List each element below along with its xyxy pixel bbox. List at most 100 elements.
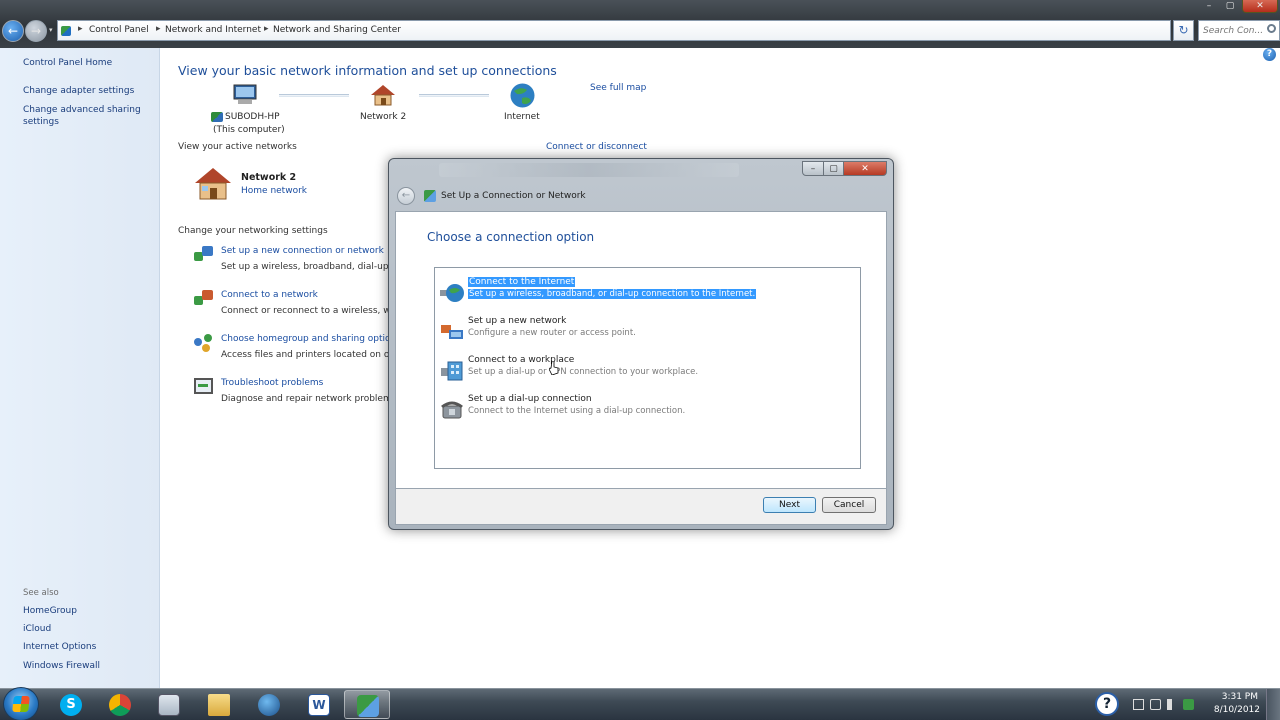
search-field[interactable] — [1198, 20, 1280, 41]
internet-label: Internet — [504, 112, 540, 122]
home-network-icon — [195, 168, 231, 200]
clock-time[interactable]: 3:31 PM — [1222, 692, 1258, 702]
task-connect-network-desc: Connect or reconnect to a wireless, wire — [221, 306, 403, 316]
option-connect-workplace[interactable]: Connect to a workplace Set up a dial-up … — [437, 352, 857, 388]
taskbar-chrome[interactable] — [97, 690, 143, 719]
help-icon[interactable]: ? — [1095, 692, 1119, 716]
address-bar: – ▢ ✕ ← → ▾ ▸ Control Panel ▸ Network an… — [0, 0, 1280, 48]
homegroup-icon — [194, 334, 214, 352]
taskbar-network[interactable] — [246, 690, 292, 719]
chevron-right-icon[interactable]: ▸ — [156, 24, 161, 34]
back-button[interactable]: ← — [2, 20, 24, 42]
maximize-button[interactable]: ▢ — [1220, 0, 1240, 13]
computer-name: SUBODH-HP — [225, 112, 280, 122]
help-icon[interactable]: ? — [1263, 48, 1276, 61]
option-description: Configure a new router or access point. — [468, 328, 636, 338]
home-network-link[interactable]: Home network — [241, 186, 307, 196]
cancel-button[interactable]: Cancel — [822, 497, 876, 513]
taskbar-skype[interactable]: S — [48, 690, 94, 719]
see-also-homegroup[interactable]: HomeGroup — [23, 605, 153, 617]
forward-button[interactable]: → — [25, 20, 47, 42]
task-homegroup[interactable]: Choose homegroup and sharing optio — [221, 334, 391, 344]
task-setup-connection[interactable]: Set up a new connection or network — [221, 246, 384, 256]
sidebar-item-adapter-settings[interactable]: Change adapter settings — [23, 85, 153, 97]
troubleshoot-icon — [194, 378, 213, 394]
system-tray: ? 3:31 PM 8/10/2012 — [1095, 689, 1280, 720]
settings-section-label: Change your networking settings — [178, 226, 328, 236]
network-icon — [258, 694, 280, 716]
option-title: Set up a dial-up connection — [468, 394, 592, 404]
option-new-network[interactable]: Set up a new network Configure a new rou… — [437, 313, 857, 349]
next-button[interactable]: Next — [763, 497, 816, 513]
chevron-right-icon[interactable]: ▸ — [264, 24, 269, 34]
network-badge-icon — [211, 112, 223, 122]
breadcrumb[interactable]: ▸ Control Panel ▸ Network and Internet ▸… — [57, 20, 1171, 41]
breadcrumb-control-panel[interactable]: Control Panel — [89, 25, 149, 35]
dialog-window-controls: – ▢ ✕ — [802, 161, 888, 178]
start-button[interactable] — [3, 687, 39, 720]
taskbar-calculator[interactable] — [146, 690, 192, 719]
search-input[interactable] — [1203, 21, 1267, 40]
dialog-back-button[interactable]: ← — [397, 187, 415, 205]
word-icon: W — [308, 694, 330, 716]
connection-options-list: Connect to the Internet Set up a wireles… — [434, 267, 861, 469]
setup-network-icon — [194, 246, 214, 264]
setup-connection-dialog: – ▢ ✕ ← Set Up a Connection or Network C… — [388, 158, 894, 530]
taskbar-control-panel[interactable] — [344, 690, 390, 719]
phone-icon — [441, 401, 463, 419]
option-description: Set up a wireless, broadband, or dial-up… — [468, 289, 757, 299]
see-also-icloud[interactable]: iCloud — [23, 623, 153, 635]
option-description: Set up a dial-up or VPN connection to yo… — [468, 367, 699, 377]
breadcrumb-network-internet[interactable]: Network and Internet — [165, 25, 261, 35]
action-center-icon[interactable] — [1133, 699, 1144, 710]
dialog-title: Set Up a Connection or Network — [441, 191, 586, 201]
see-full-map-link[interactable]: See full map — [590, 83, 646, 93]
task-troubleshoot[interactable]: Troubleshoot problems — [221, 378, 323, 388]
task-connect-network[interactable]: Connect to a network — [221, 290, 318, 300]
taskbar-word[interactable]: W — [296, 690, 342, 719]
sidebar: Control Panel Home Change adapter settin… — [0, 48, 160, 688]
map-connector — [419, 94, 489, 97]
internet-globe-icon[interactable] — [509, 82, 536, 109]
option-title: Set up a new network — [468, 316, 567, 326]
volume-icon[interactable] — [1167, 699, 1178, 710]
dialog-footer: Next Cancel — [395, 489, 887, 525]
sidebar-item-advanced-sharing[interactable]: Change advanced sharing settings — [23, 104, 143, 128]
chevron-right-icon[interactable]: ▸ — [78, 24, 83, 34]
active-network-name: Network 2 — [241, 172, 297, 183]
dialog-titlebar[interactable] — [439, 163, 739, 177]
security-icon[interactable] — [1183, 699, 1194, 710]
skype-icon: S — [60, 694, 82, 716]
dialog-heading: Choose a connection option — [427, 230, 595, 244]
windows-logo-icon — [12, 696, 30, 712]
network-tray-icon[interactable] — [1150, 699, 1161, 710]
task-troubleshoot-desc: Diagnose and repair network problems, — [221, 394, 400, 404]
see-also-internet-options[interactable]: Internet Options — [23, 641, 153, 653]
dialog-maximize-button[interactable]: ▢ — [823, 161, 844, 176]
chrome-icon — [109, 694, 131, 716]
breadcrumb-sharing-center[interactable]: Network and Sharing Center — [273, 25, 401, 35]
show-desktop-button[interactable] — [1266, 689, 1280, 720]
recent-pages-icon[interactable]: ▾ — [49, 26, 53, 34]
refresh-button[interactable]: ↻ — [1173, 20, 1194, 41]
taskbar-explorer[interactable] — [196, 690, 242, 719]
clock-date[interactable]: 8/10/2012 — [1214, 705, 1260, 715]
option-description: Connect to the Internet using a dial-up … — [468, 406, 686, 416]
minimize-button[interactable]: – — [1198, 0, 1220, 13]
search-icon[interactable] — [1267, 24, 1276, 33]
close-button[interactable]: ✕ — [1242, 0, 1278, 13]
option-connect-internet[interactable]: Connect to the Internet Set up a wireles… — [437, 274, 857, 310]
sidebar-item-control-panel-home[interactable]: Control Panel Home — [23, 57, 153, 69]
dialog-close-button[interactable]: ✕ — [843, 161, 887, 176]
hand-cursor-icon — [549, 361, 559, 375]
computer-icon[interactable] — [231, 83, 259, 107]
see-also-windows-firewall[interactable]: Windows Firewall — [23, 660, 153, 672]
folder-icon — [208, 694, 230, 716]
dialog-minimize-button[interactable]: – — [802, 161, 824, 176]
router-icon — [441, 325, 463, 339]
dialog-body: Choose a connection option Connect to th… — [395, 211, 887, 489]
option-dialup[interactable]: Set up a dial-up connection Connect to t… — [437, 391, 857, 427]
home-network-icon[interactable] — [369, 83, 397, 107]
connect-disconnect-link[interactable]: Connect or disconnect — [546, 142, 647, 152]
computer-subtitle: (This computer) — [213, 125, 285, 135]
